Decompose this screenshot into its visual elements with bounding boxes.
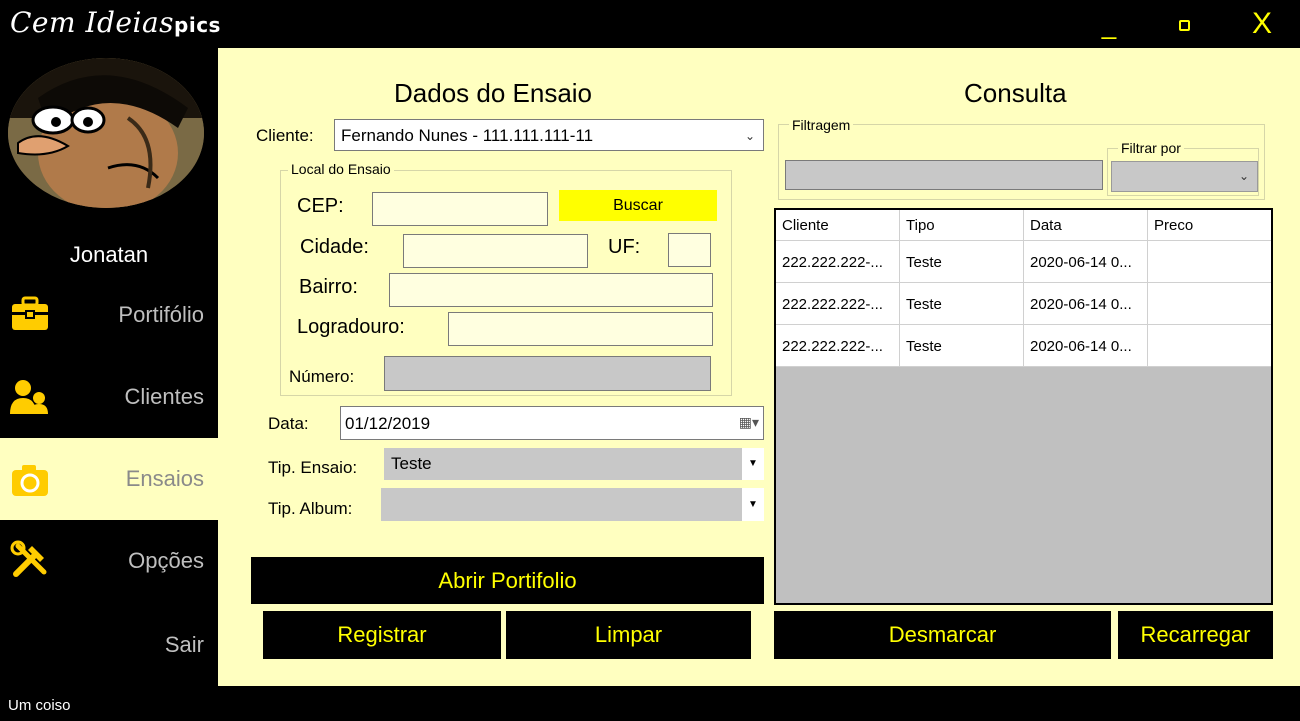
consulta-title: Consulta (964, 78, 1067, 108)
table-cell: Teste (900, 283, 1024, 324)
filtrar-por-label: Filtrar por (1118, 140, 1184, 156)
sidebar-item-ensaios[interactable]: Ensaios (0, 438, 218, 520)
calendar-icon: ▦▾ (738, 414, 759, 430)
numero-label: Número: (289, 367, 355, 386)
avatar-image (8, 58, 204, 208)
table-cell: 2020-06-14 0... (1024, 283, 1148, 324)
sidebar-item-label: Opções (128, 548, 204, 573)
data-picker-value: 01/12/2019 (345, 414, 431, 433)
desmarcar-button[interactable]: Desmarcar (774, 611, 1111, 659)
table-row[interactable]: 222.222.222-... Teste 2020-06-14 0... (776, 241, 1271, 283)
filtrar-por-select[interactable]: ⌄ (1111, 161, 1258, 192)
table-cell: Teste (900, 325, 1024, 366)
table-row[interactable]: 222.222.222-... Teste 2020-06-14 0... (776, 283, 1271, 325)
status-text: Um coiso (8, 697, 71, 714)
close-button[interactable]: X (1246, 6, 1278, 42)
cep-label: CEP: (297, 195, 344, 217)
data-label: Data: (268, 414, 309, 433)
uf-label: UF: (608, 236, 641, 258)
registrar-button[interactable]: Registrar (263, 611, 501, 659)
chevron-down-icon: ⌄ (1238, 169, 1249, 183)
sidebar-item-label: Clientes (124, 384, 204, 409)
grid-header-row: Cliente Tipo Data Preco (776, 210, 1271, 241)
filtragem-input[interactable] (785, 160, 1103, 190)
tip-ensaio-label: Tip. Ensaio: (268, 458, 358, 477)
sidebar-item-label: Sair (164, 632, 204, 657)
sidebar-item-label: Ensaios (125, 466, 204, 491)
maximize-button[interactable] (1174, 14, 1196, 36)
bairro-input[interactable] (389, 273, 713, 307)
limpar-button[interactable]: Limpar (506, 611, 751, 659)
filtragem-label: Filtragem (789, 117, 854, 133)
buscar-button[interactable]: Buscar (559, 190, 717, 221)
local-ensaio-title: Local do Ensaio (288, 161, 394, 177)
briefcase-icon (12, 296, 48, 330)
cliente-select[interactable]: Fernando Nunes - 111.111.111-11 ⌄ (334, 119, 764, 151)
column-header[interactable]: Data (1024, 210, 1148, 240)
camera-icon (12, 465, 48, 496)
table-cell: Teste (900, 241, 1024, 282)
status-bar (0, 686, 1300, 721)
logradouro-label: Logradouro: (297, 316, 405, 338)
table-cell: 2020-06-14 0... (1024, 325, 1148, 366)
sidebar-item-portifolio[interactable]: Portifólio (0, 274, 218, 356)
column-header[interactable]: Tipo (900, 210, 1024, 240)
tip-album-label: Tip. Album: (268, 499, 353, 518)
table-cell (1148, 241, 1271, 282)
logo-suffix: pics (174, 13, 221, 37)
dropdown-arrow-icon: ▼ (742, 488, 764, 521)
dropdown-arrow-icon: ▼ (742, 448, 764, 480)
cidade-label: Cidade: (300, 236, 369, 258)
app-logo: Cem Ideiaspics (10, 6, 221, 39)
column-header[interactable]: Preco (1148, 210, 1271, 240)
cidade-input[interactable] (403, 234, 588, 268)
minimize-button[interactable]: _ (1094, 12, 1124, 42)
sidebar-item-opcoes[interactable]: Opções (0, 520, 218, 602)
sidebar-item-clientes[interactable]: Clientes (0, 356, 218, 438)
cliente-select-value: Fernando Nunes - 111.111.111-11 (341, 126, 594, 145)
numero-input[interactable] (384, 356, 711, 391)
table-cell: 222.222.222-... (776, 325, 900, 366)
table-cell (1148, 325, 1271, 366)
tools-icon (10, 540, 47, 577)
cliente-label: Cliente: (256, 126, 314, 145)
tip-ensaio-select[interactable]: Teste ▼ (384, 448, 764, 480)
recarregar-button[interactable]: Recarregar (1118, 611, 1273, 659)
tip-album-select[interactable]: ▼ (381, 488, 764, 521)
users-icon (10, 380, 48, 414)
maximize-icon (1179, 20, 1190, 31)
abrir-portifolio-button[interactable]: Abrir Portifolio (251, 557, 764, 604)
table-cell: 222.222.222-... (776, 283, 900, 324)
avatar (8, 58, 204, 208)
table-cell: 2020-06-14 0... (1024, 241, 1148, 282)
username: Jonatan (69, 242, 149, 267)
form-title: Dados do Ensaio (394, 78, 593, 108)
sidebar-item-sair[interactable]: Sair (0, 604, 218, 686)
bairro-label: Bairro: (299, 276, 358, 298)
uf-input[interactable] (668, 233, 711, 267)
tip-ensaio-value: Teste (391, 454, 432, 473)
sidebar: Jonatan Portifólio Clientes Ensaios Opçõ… (0, 48, 218, 686)
sidebar-item-label: Portifólio (118, 302, 204, 327)
logo-script: Cem Ideias (10, 6, 175, 39)
table-row[interactable]: 222.222.222-... Teste 2020-06-14 0... (776, 325, 1271, 367)
chevron-down-icon: ⌄ (744, 129, 755, 143)
table-cell (1148, 283, 1271, 324)
data-picker[interactable]: 01/12/2019 ▦▾ (340, 406, 764, 440)
table-cell: 222.222.222-... (776, 241, 900, 282)
logradouro-input[interactable] (448, 312, 713, 346)
consulta-grid[interactable]: Cliente Tipo Data Preco 222.222.222-... … (774, 208, 1273, 605)
cep-input[interactable] (372, 192, 548, 226)
column-header[interactable]: Cliente (776, 210, 900, 240)
